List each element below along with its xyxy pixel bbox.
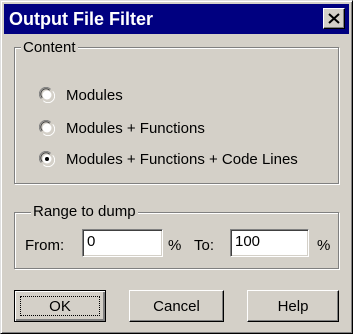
content-group-label: Content (21, 39, 78, 56)
cancel-button-label: Cancel (153, 297, 200, 315)
radio-button-selected-icon[interactable] (38, 150, 56, 168)
help-button-label: Help (277, 297, 309, 315)
range-group-label: Range to dump (31, 203, 138, 220)
cancel-button[interactable]: Cancel (129, 290, 224, 322)
from-input[interactable]: 0 (82, 229, 163, 257)
dialog-title: Output File Filter (9, 9, 153, 29)
from-percent-label: % (168, 237, 182, 254)
radio-modules-functions[interactable]: Modules + Functions (38, 118, 205, 138)
ok-button[interactable]: OK (14, 290, 106, 322)
help-button[interactable]: Help (247, 290, 339, 322)
to-percent-label: % (317, 237, 331, 254)
to-label: To: (194, 237, 215, 254)
output-file-filter-dialog: Output File Filter Content Modules Modul… (0, 0, 353, 334)
radio-modules-functions-label: Modules + Functions (66, 119, 205, 137)
from-label: From: (25, 237, 65, 254)
radio-modules-functions-code-lines-label: Modules + Functions + Code Lines (66, 150, 298, 168)
radio-modules-label: Modules (66, 86, 123, 104)
radio-button-icon[interactable] (38, 86, 56, 104)
to-input[interactable]: 100 (230, 229, 309, 257)
radio-modules-functions-code-lines[interactable]: Modules + Functions + Code Lines (38, 149, 298, 169)
focus-rectangle (20, 296, 100, 316)
radio-button-icon[interactable] (38, 119, 56, 137)
close-button[interactable] (323, 8, 345, 29)
close-icon (328, 13, 340, 24)
title-bar[interactable]: Output File Filter (4, 4, 349, 34)
radio-modules[interactable]: Modules (38, 85, 123, 105)
